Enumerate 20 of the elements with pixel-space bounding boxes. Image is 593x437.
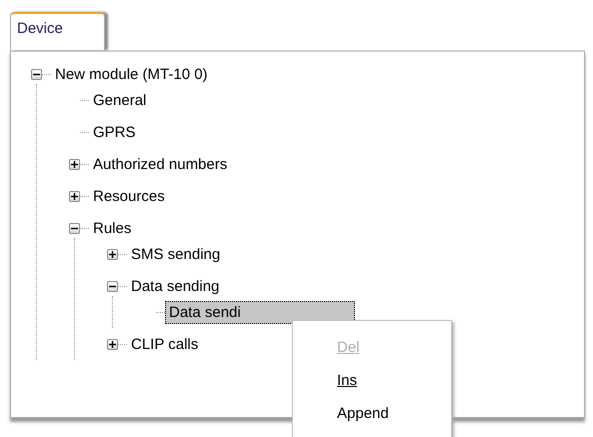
tree-item[interactable]: Data sendi [165, 300, 355, 324]
collapse-icon[interactable] [107, 280, 118, 292]
menu-item[interactable]: Ins [293, 364, 451, 397]
expand-icon[interactable] [107, 338, 118, 350]
tree-item[interactable]: CLIP calls [127, 332, 202, 356]
tree-item[interactable]: Authorized numbers [89, 152, 232, 176]
menu-item[interactable]: Append [293, 397, 451, 430]
tree-item[interactable]: SMS sending [127, 242, 224, 266]
tab[interactable]: Device [10, 12, 105, 50]
expand-icon[interactable] [107, 248, 118, 260]
tree-item[interactable]: New module (MT-10 0) [51, 62, 212, 86]
tree-item[interactable]: General [89, 88, 150, 112]
tree-item[interactable]: GPRS [89, 120, 140, 144]
collapse-icon[interactable] [69, 222, 80, 234]
expand-icon[interactable] [69, 190, 80, 202]
tree-item[interactable]: Rules [89, 216, 136, 240]
tree-item[interactable]: Resources [89, 184, 169, 208]
expand-icon[interactable] [69, 158, 80, 170]
tree-item[interactable]: Data sending [127, 274, 224, 298]
collapse-icon[interactable] [31, 68, 42, 80]
